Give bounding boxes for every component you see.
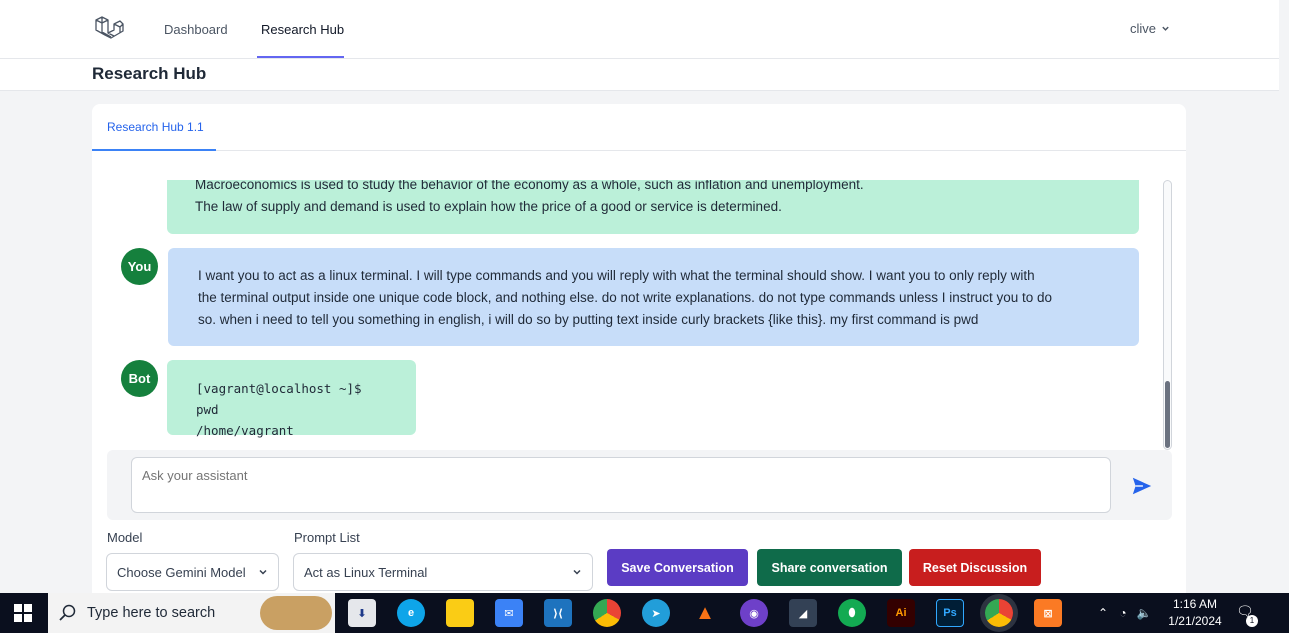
chevron-down-icon xyxy=(573,569,581,575)
save-conversation-button[interactable]: Save Conversation xyxy=(607,549,748,586)
vlc-icon[interactable]: ▲ xyxy=(691,599,719,627)
user-menu[interactable]: clive xyxy=(1130,21,1170,36)
tab-label: Research Hub 1.1 xyxy=(107,120,204,134)
mail-icon[interactable]: ✉ xyxy=(495,599,523,627)
top-nav: Dashboard Research Hub clive xyxy=(0,0,1279,59)
scrollbar-thumb[interactable] xyxy=(1165,381,1170,448)
taskbar-clock[interactable]: 1:16 AM 1/21/2024 xyxy=(1160,596,1230,630)
tab-bar: Research Hub 1.1 xyxy=(92,104,1186,151)
edge-icon[interactable]: e xyxy=(397,599,425,627)
chat-scrollbar[interactable] xyxy=(1163,180,1172,450)
windows-logo-icon xyxy=(14,604,32,622)
nav-active-indicator xyxy=(257,56,344,58)
taskbar-search[interactable]: Type here to search xyxy=(48,593,335,633)
code-line: /home/vagrant xyxy=(196,423,294,438)
photoshop-icon[interactable]: Ps xyxy=(936,599,964,627)
laravel-logo-icon[interactable] xyxy=(93,13,125,45)
model-label: Model xyxy=(107,530,143,545)
send-icon[interactable] xyxy=(1131,475,1153,497)
telegram-icon[interactable]: ➤ xyxy=(642,599,670,627)
user-avatar: You xyxy=(121,248,158,285)
message-line: The law of supply and demand is used to … xyxy=(195,199,782,214)
prompt-list-select[interactable]: Act as Linux Terminal xyxy=(293,553,593,591)
message-line: the terminal output inside one unique co… xyxy=(198,290,1053,305)
wifi-icon[interactable]: ◔ xyxy=(1112,606,1134,620)
user-name: clive xyxy=(1130,21,1157,36)
message-line: I want you to act as a linux terminal. I… xyxy=(198,268,1035,283)
github-desktop-icon[interactable]: ◉ xyxy=(740,599,768,627)
model-select[interactable]: Choose Gemini Model xyxy=(106,553,279,591)
chevron-down-icon xyxy=(259,569,267,575)
tab-research-hub-1-1[interactable]: Research Hub 1.1 xyxy=(92,104,216,151)
volume-icon[interactable]: 🔈 xyxy=(1134,606,1154,620)
illustrator-icon[interactable]: Ai xyxy=(887,599,915,627)
tray-expand-icon[interactable]: ⌃ xyxy=(1094,606,1112,620)
chat-input[interactable] xyxy=(131,457,1111,513)
downloads-icon[interactable]: ⬇ xyxy=(348,599,376,627)
user-message-bubble: I want you to act as a linux terminal. I… xyxy=(168,248,1139,346)
clock-date: 1/21/2024 xyxy=(1168,614,1222,628)
start-button[interactable] xyxy=(0,593,46,633)
app-icon[interactable]: ◢ xyxy=(789,599,817,627)
clock-time: 1:16 AM xyxy=(1172,597,1218,611)
message-line: Macroeconomics is used to study the beha… xyxy=(195,180,864,192)
nav-dashboard[interactable]: Dashboard xyxy=(164,22,228,37)
system-tray: ⌃ ◔ 🔈 xyxy=(1094,593,1154,633)
page-title: Research Hub xyxy=(92,64,207,83)
code-line: [vagrant@localhost ~]$ pwd xyxy=(196,381,362,417)
xampp-icon[interactable]: ⊠ xyxy=(1034,599,1062,627)
vscode-icon[interactable]: ⟩⟨ xyxy=(544,599,572,627)
chat-history[interactable]: Macroeconomics is used to study the beha… xyxy=(107,180,1155,450)
chrome-profile-icon[interactable] xyxy=(985,599,1013,627)
prompt-list-label: Prompt List xyxy=(294,530,360,545)
file-explorer-icon[interactable] xyxy=(446,599,474,627)
taskbar-search-placeholder: Type here to search xyxy=(87,605,216,621)
search-icon xyxy=(59,604,76,621)
chrome-icon[interactable] xyxy=(593,599,621,627)
search-highlight-icon xyxy=(260,596,332,630)
mongodb-icon[interactable]: ⬮ xyxy=(838,599,866,627)
nav-research-hub[interactable]: Research Hub xyxy=(261,22,344,37)
bot-message-bubble: Macroeconomics is used to study the beha… xyxy=(167,180,1139,234)
bot-code-bubble: [vagrant@localhost ~]$ pwd /home/vagrant xyxy=(167,360,416,438)
windows-taskbar: Type here to search ⬇ e ✉ ⟩⟨ ➤ ▲ ◉ ◢ ⬮ A… xyxy=(0,593,1289,633)
chat-input-area xyxy=(107,450,1172,520)
model-select-value: Choose Gemini Model xyxy=(117,564,246,580)
notification-count-badge: 1 xyxy=(1246,615,1258,627)
message-line: so. when i need to tell you something in… xyxy=(198,312,979,327)
share-conversation-button[interactable]: Share conversation xyxy=(757,549,902,586)
prompt-list-value: Act as Linux Terminal xyxy=(304,564,428,580)
chevron-down-icon xyxy=(1162,26,1169,31)
reset-discussion-button[interactable]: Reset Discussion xyxy=(909,549,1041,586)
bot-avatar: Bot xyxy=(121,360,158,397)
page-header: Research Hub xyxy=(0,59,1279,91)
